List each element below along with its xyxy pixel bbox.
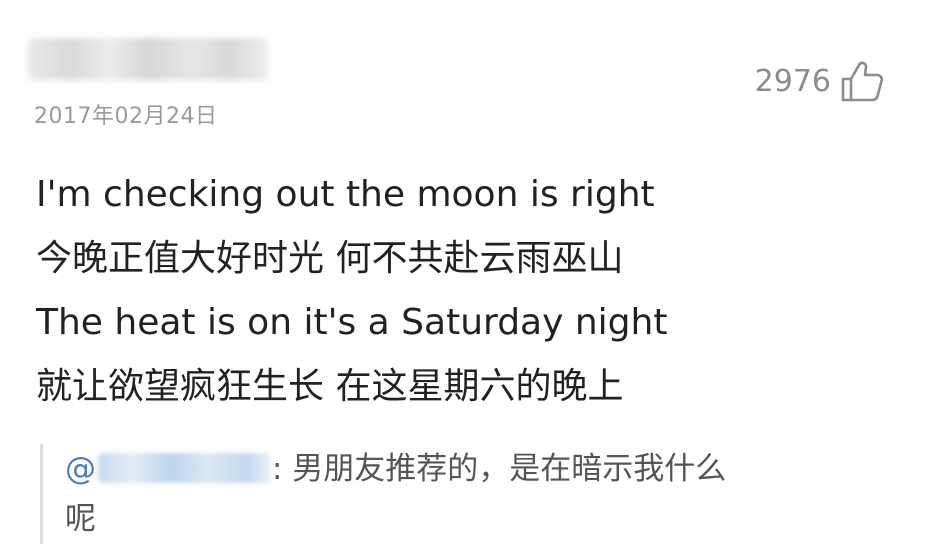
- reply-username-redacted[interactable]: [98, 452, 270, 483]
- reply-line: @ : 男朋友推荐的，是在暗示我什么: [65, 444, 925, 494]
- lyric-line: 就让欲望疯狂生长 在这星期六的晚上: [36, 366, 624, 407]
- reply-line: 呢: [65, 494, 925, 544]
- username-redacted[interactable]: [28, 38, 268, 80]
- lyric-line: 今晚正值大好时光 何不共赴云雨巫山: [36, 238, 624, 279]
- thumbs-up-icon[interactable]: [839, 58, 885, 104]
- mention-at[interactable]: @: [65, 451, 96, 487]
- comment-date: 2017年02月24日: [34, 104, 218, 129]
- comment-body: I'm checking out the moon is right 今晚正值大…: [36, 163, 667, 419]
- like-count: 2976: [754, 63, 831, 99]
- lyric-line: The heat is on it's a Saturday night: [36, 302, 668, 343]
- reply-quote[interactable]: @ : 男朋友推荐的，是在暗示我什么 呢: [40, 444, 925, 544]
- lyric-line: I'm checking out the moon is right: [36, 174, 655, 215]
- reply-text: : 男朋友推荐的，是在暗示我什么: [272, 451, 727, 487]
- reply-text-continued: 呢: [65, 501, 96, 537]
- like-button[interactable]: 2976: [755, 58, 885, 104]
